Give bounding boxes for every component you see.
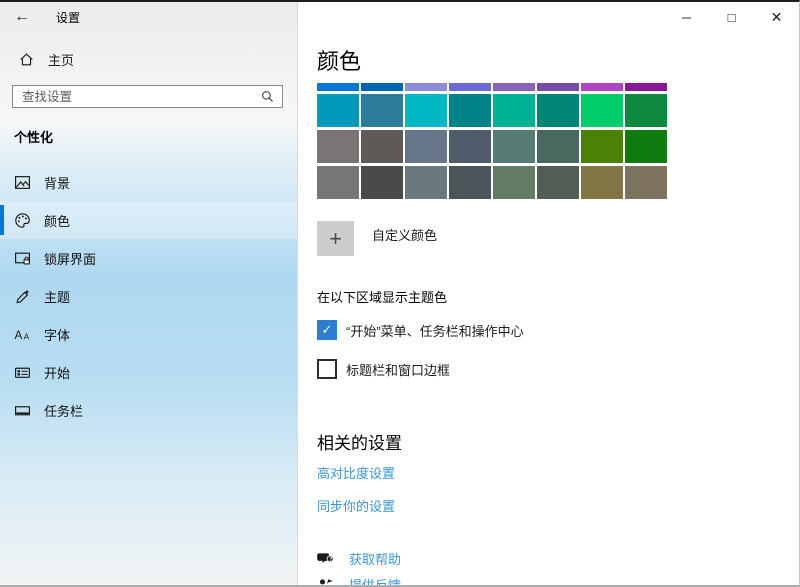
help-chat-icon: ? bbox=[317, 550, 334, 567]
option-start-taskbar-actioncenter[interactable]: ✓ “开始”菜单、任务栏和操作中心 bbox=[317, 320, 799, 340]
get-help-label: 获取帮助 bbox=[349, 549, 401, 568]
search-box[interactable] bbox=[12, 85, 283, 108]
svg-text:A: A bbox=[24, 331, 30, 341]
close-icon[interactable]: ✕ bbox=[754, 2, 799, 32]
custom-color-button[interactable]: + bbox=[317, 221, 354, 256]
color-swatch[interactable] bbox=[625, 94, 667, 127]
start-icon bbox=[14, 364, 31, 381]
color-swatch[interactable] bbox=[361, 94, 403, 127]
related-settings-heading: 相关的设置 bbox=[317, 429, 799, 454]
sync-settings-link[interactable]: 同步你的设置 bbox=[317, 496, 395, 515]
sidebar-item-label: 背景 bbox=[44, 173, 70, 192]
send-feedback-label: 提供反馈 bbox=[349, 575, 401, 586]
color-swatch[interactable] bbox=[581, 83, 623, 91]
svg-text:?: ? bbox=[329, 557, 333, 563]
taskbar-icon bbox=[14, 402, 31, 419]
send-feedback-row[interactable]: 提供反馈 bbox=[317, 575, 799, 585]
color-swatch[interactable] bbox=[449, 166, 491, 199]
color-swatch[interactable] bbox=[581, 94, 623, 127]
sidebar-item-start[interactable]: 开始 bbox=[0, 353, 297, 391]
custom-color-label: 自定义颜色 bbox=[372, 225, 437, 244]
surfaces-heading: 在以下区域显示主题色 bbox=[317, 287, 799, 306]
color-swatch[interactable] bbox=[405, 130, 447, 163]
color-swatch[interactable] bbox=[581, 166, 623, 199]
color-swatch[interactable] bbox=[493, 130, 535, 163]
sidebar-item-fonts[interactable]: AA 字体 bbox=[0, 315, 297, 353]
theme-icon bbox=[14, 288, 31, 305]
color-swatch[interactable] bbox=[405, 166, 447, 199]
search-input[interactable] bbox=[22, 90, 260, 104]
search-icon[interactable] bbox=[260, 89, 275, 104]
color-swatch[interactable] bbox=[405, 83, 447, 91]
option-label: 标题栏和窗口边框 bbox=[346, 360, 450, 379]
sidebar-item-taskbar[interactable]: 任务栏 bbox=[0, 391, 297, 429]
color-swatch[interactable] bbox=[493, 166, 535, 199]
option-titlebars-borders[interactable]: ✓ 标题栏和窗口边框 bbox=[317, 359, 799, 379]
home-label: 主页 bbox=[48, 50, 74, 69]
minimize-icon[interactable]: ─ bbox=[664, 2, 709, 32]
color-swatch[interactable] bbox=[625, 130, 667, 163]
main-content: ─ □ ✕ 颜色 + 自定义颜色 在以下区域显示主题色 ✓ “开始”菜单、任务栏… bbox=[298, 2, 799, 585]
color-swatch[interactable] bbox=[449, 94, 491, 127]
lockscreen-icon bbox=[14, 250, 31, 267]
sidebar-nav: 背景 颜色 锁屏界面 主题 bbox=[0, 163, 297, 429]
color-swatch[interactable] bbox=[537, 94, 579, 127]
sidebar-item-label: 颜色 bbox=[44, 211, 70, 230]
sidebar-item-label: 开始 bbox=[44, 363, 70, 382]
settings-window: ← 设置 主页 个性化 背景 bbox=[0, 0, 800, 587]
color-swatch[interactable] bbox=[449, 83, 491, 91]
palette-icon bbox=[14, 212, 31, 229]
high-contrast-link[interactable]: 高对比度设置 bbox=[317, 463, 395, 482]
section-header-personalization: 个性化 bbox=[14, 127, 297, 146]
color-swatch[interactable] bbox=[361, 166, 403, 199]
color-swatch[interactable] bbox=[537, 166, 579, 199]
svg-text:A: A bbox=[15, 328, 23, 341]
sidebar-item-label: 锁屏界面 bbox=[44, 249, 96, 268]
feedback-icon bbox=[317, 576, 334, 586]
color-swatch[interactable] bbox=[493, 94, 535, 127]
color-swatch[interactable] bbox=[449, 130, 491, 163]
color-swatch[interactable] bbox=[625, 166, 667, 199]
home-icon bbox=[18, 51, 35, 68]
window-controls: ─ □ ✕ bbox=[664, 2, 799, 32]
color-swatch[interactable] bbox=[625, 83, 667, 91]
color-swatch[interactable] bbox=[493, 83, 535, 91]
sidebar-item-label: 字体 bbox=[44, 325, 70, 344]
color-swatch[interactable] bbox=[317, 166, 359, 199]
selected-indicator bbox=[0, 205, 4, 235]
get-help-row[interactable]: ? 获取帮助 bbox=[317, 549, 799, 567]
checkbox-start-taskbar[interactable]: ✓ bbox=[317, 320, 337, 340]
color-swatch[interactable] bbox=[317, 130, 359, 163]
checkbox-titlebars[interactable]: ✓ bbox=[317, 359, 337, 379]
color-swatch[interactable] bbox=[317, 83, 359, 91]
titlebar: ← 设置 bbox=[0, 2, 297, 32]
color-swatch[interactable] bbox=[361, 83, 403, 91]
help-block: ? 获取帮助 提供反馈 bbox=[317, 549, 799, 585]
sidebar-item-label: 主题 bbox=[44, 287, 70, 306]
color-swatch[interactable] bbox=[537, 130, 579, 163]
sidebar-item-themes[interactable]: 主题 bbox=[0, 277, 297, 315]
image-icon bbox=[14, 174, 31, 191]
maximize-icon[interactable]: □ bbox=[709, 2, 754, 32]
fonts-icon: AA bbox=[14, 326, 31, 343]
color-swatch[interactable] bbox=[581, 130, 623, 163]
accent-color-palette bbox=[317, 83, 669, 199]
custom-color-row: + 自定义颜色 bbox=[317, 221, 799, 256]
app-title: 设置 bbox=[56, 9, 80, 26]
sidebar-item-label: 任务栏 bbox=[44, 401, 83, 420]
color-swatch[interactable] bbox=[317, 94, 359, 127]
color-swatch[interactable] bbox=[405, 94, 447, 127]
option-label: “开始”菜单、任务栏和操作中心 bbox=[346, 321, 524, 340]
sidebar-item-lockscreen[interactable]: 锁屏界面 bbox=[0, 239, 297, 277]
sidebar-item-home[interactable]: 主页 bbox=[18, 46, 297, 72]
back-icon[interactable]: ← bbox=[14, 8, 44, 26]
sidebar: ← 设置 主页 个性化 背景 bbox=[0, 2, 298, 585]
sidebar-item-background[interactable]: 背景 bbox=[0, 163, 297, 201]
check-icon: ✓ bbox=[322, 322, 333, 338]
page-title: 颜色 bbox=[317, 44, 799, 76]
color-swatch[interactable] bbox=[537, 83, 579, 91]
sidebar-item-colors[interactable]: 颜色 bbox=[0, 201, 297, 239]
color-swatch[interactable] bbox=[361, 130, 403, 163]
